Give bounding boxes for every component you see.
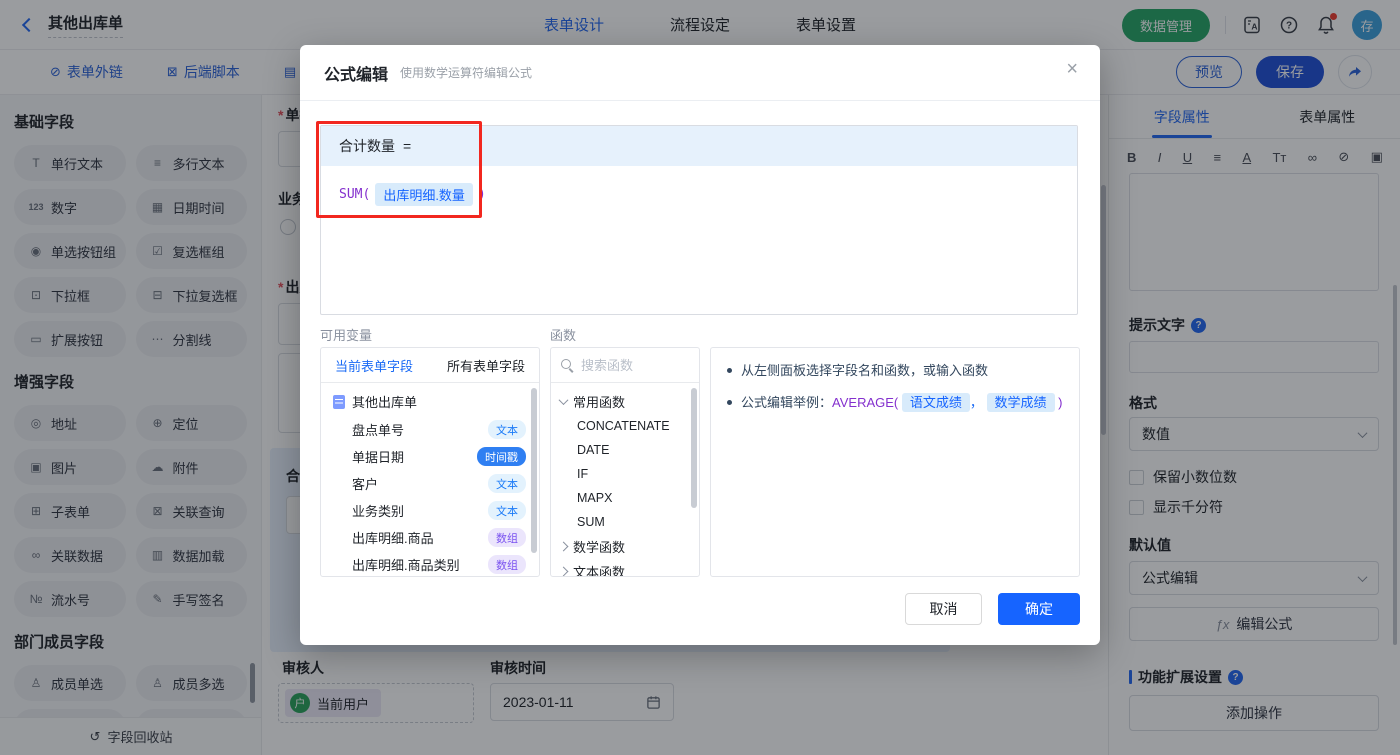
example-field-chip: 数学成绩 <box>986 392 1055 412</box>
functions-section-label: 函数 <box>550 328 577 343</box>
form-doc-icon <box>333 394 345 409</box>
formula-edit-modal: 公式编辑 使用数学运算符编辑公式 × 合计数量 = SUM( 出库明细.数量 )… <box>300 45 1100 645</box>
type-badge: 时间戳 <box>477 447 526 466</box>
tab-current-form-fields[interactable]: 当前表单字段 <box>335 356 413 375</box>
variable-item[interactable]: 出库明细.商品类别 数组 <box>321 551 539 576</box>
functions-scrollbar-thumb[interactable] <box>691 388 697 508</box>
variable-item[interactable]: 业务类别 文本 <box>321 497 539 524</box>
function-item[interactable]: CONCATENATE <box>551 414 699 438</box>
type-badge: 文本 <box>488 420 526 439</box>
variables-section-label: 可用变量 <box>320 328 373 343</box>
function-item[interactable]: IF <box>551 462 699 486</box>
variable-item[interactable]: 单据日期 时间戳 <box>321 443 539 470</box>
modal-footer: 取消 确定 <box>905 593 1080 625</box>
formula-function-close: ) <box>477 187 486 202</box>
function-search-input[interactable] <box>581 357 681 373</box>
modal-subtitle: 使用数学运算符编辑公式 <box>400 66 533 80</box>
formula-function-open: SUM( <box>339 187 371 202</box>
help-bullet: 从左侧面板选择字段名和函数，或输入函数 <box>727 361 1063 381</box>
formula-equals: = <box>403 138 412 154</box>
function-item[interactable]: SUM <box>551 510 699 534</box>
function-search <box>551 348 699 383</box>
type-badge: 文本 <box>488 474 526 493</box>
function-item[interactable]: DATE <box>551 438 699 462</box>
app-window: 其他出库单 表单设计 流程设定 表单设置 数据管理 A ? 存 ⊘ 表单外链 ⊠ 后 <box>0 0 1400 755</box>
example-field-chip: 语文成绩 <box>901 392 970 412</box>
formula-target-field: 合计数量 <box>339 138 395 154</box>
variables-tabs: 当前表单字段 所有表单字段 <box>321 348 539 383</box>
variables-scrollbar-thumb[interactable] <box>531 388 537 553</box>
chevron-right-icon <box>558 566 569 576</box>
type-badge: 数组 <box>488 528 526 547</box>
variable-item[interactable]: 盘点单号 文本 <box>321 416 539 443</box>
functions-panel: 常用函数 CONCATENATE DATE IF MAPX SUM 数学函数 文… <box>550 347 700 577</box>
formula-expression-input[interactable]: SUM( 出库明细.数量 ) <box>321 166 1077 223</box>
variables-tree-root[interactable]: 其他出库单 <box>321 383 539 416</box>
example-function-open: AVERAGE( <box>832 394 899 410</box>
modal-title: 公式编辑 <box>324 66 389 84</box>
function-group-common[interactable]: 常用函数 <box>551 389 699 414</box>
variables-panel: 当前表单字段 所有表单字段 其他出库单 盘点单号 文本 单据日期 时间戳 客户 文本 … <box>320 347 540 577</box>
function-group-text[interactable]: 文本函数 <box>551 559 699 576</box>
chevron-down-icon <box>558 395 569 406</box>
confirm-button[interactable]: 确定 <box>998 593 1080 625</box>
function-item[interactable]: MAPX <box>551 486 699 510</box>
formula-field-chip[interactable]: 出库明细.数量 <box>375 183 473 206</box>
example-function-close: ) <box>1058 394 1063 410</box>
search-icon <box>561 358 574 372</box>
formula-target-row: 合计数量 = <box>321 126 1077 166</box>
chevron-right-icon <box>558 541 569 552</box>
function-group-math[interactable]: 数学函数 <box>551 534 699 559</box>
cancel-button[interactable]: 取消 <box>905 593 982 625</box>
help-bullet-example: 公式编辑举例：AVERAGE( 语文成绩， 数学成绩 ) <box>727 392 1063 413</box>
type-badge: 文本 <box>488 501 526 520</box>
formula-help-panel: 从左侧面板选择字段名和函数，或输入函数 公式编辑举例：AVERAGE( 语文成绩… <box>710 347 1080 577</box>
modal-header: 公式编辑 使用数学运算符编辑公式 × <box>300 45 1100 101</box>
tab-all-form-fields[interactable]: 所有表单字段 <box>447 356 525 375</box>
variable-item[interactable]: 客户 文本 <box>321 470 539 497</box>
variable-item[interactable]: 出库明细.商品 数组 <box>321 524 539 551</box>
close-icon[interactable]: × <box>1066 59 1078 79</box>
formula-editor: 合计数量 = SUM( 出库明细.数量 ) <box>320 125 1078 315</box>
type-badge: 数组 <box>488 555 526 574</box>
